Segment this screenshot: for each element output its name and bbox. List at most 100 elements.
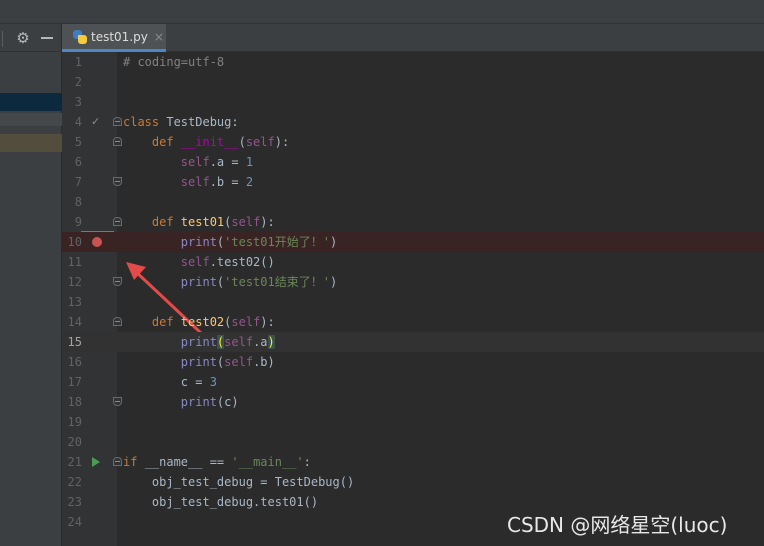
code-token: self [180, 255, 210, 269]
line-number: 5 [74, 135, 82, 149]
line-number: 13 [67, 295, 82, 309]
code-token: print [180, 235, 217, 249]
check-icon: ✓ [91, 115, 101, 128]
fold-icon[interactable] [113, 457, 122, 466]
sidebar-toolbar: ⚙ [0, 24, 61, 52]
line-number: 4 [74, 115, 82, 129]
code-token: def [123, 215, 181, 229]
sidebar-item-selected[interactable] [0, 93, 62, 111]
code-token: '__main__' [231, 455, 304, 469]
code-token: .a [253, 335, 268, 349]
code-line[interactable]: 8 [62, 192, 764, 212]
code-token: __init__ [180, 135, 239, 149]
code-token: def [123, 315, 181, 329]
code-line[interactable]: 1 # coding=utf-8 [62, 52, 764, 72]
fold-icon[interactable] [113, 137, 122, 146]
gear-icon[interactable]: ⚙ [15, 28, 31, 48]
breakpoint-icon[interactable] [92, 237, 102, 247]
sidebar-item-highlighted[interactable] [0, 134, 62, 152]
line-number: 14 [67, 315, 82, 329]
line-number: 3 [74, 95, 82, 109]
code-line[interactable]: 16 print(self.b) [62, 352, 764, 372]
code-text: print('test01结束了！') [123, 272, 337, 292]
code-line[interactable]: 9 def test01(self): [62, 212, 764, 232]
line-number: 12 [67, 275, 82, 289]
code-line[interactable]: 18 print(c) [62, 392, 764, 412]
line-number: 9 [74, 215, 82, 229]
code-text: print(self.a) [123, 332, 275, 352]
tab-test01-py[interactable]: test01.py × [62, 24, 166, 52]
code-token: self [180, 155, 210, 169]
code-line[interactable]: 4 ✓ class TestDebug: [62, 112, 764, 132]
code-token: __name__ == [144, 455, 232, 469]
code-text: obj_test_debug.test01() [123, 492, 318, 512]
code-token: print [180, 355, 217, 369]
code-line[interactable]: 22 obj_test_debug = TestDebug() [62, 472, 764, 492]
code-token: ) [329, 275, 338, 289]
code-token: print [180, 395, 217, 409]
code-token: ): [260, 215, 275, 229]
code-line[interactable]: 5 def __init__(self): [62, 132, 764, 152]
code-line[interactable]: 15 print(self.a) [62, 332, 764, 352]
fold-icon[interactable] [113, 397, 122, 406]
line-number: 10 [67, 235, 82, 249]
code-line[interactable]: 19 [62, 412, 764, 432]
code-token: c = [123, 375, 210, 389]
code-token: obj_test_debug = TestDebug() [123, 475, 355, 489]
code-text: c = 3 [123, 372, 217, 392]
line-number: 6 [74, 155, 82, 169]
code-token: ( [238, 135, 246, 149]
run-icon[interactable] [92, 457, 100, 467]
close-icon[interactable]: × [154, 30, 164, 44]
code-token: def [123, 135, 181, 149]
code-token: 2 [245, 175, 254, 189]
line-number: 11 [67, 255, 82, 269]
code-text: def __init__(self): [123, 132, 289, 152]
code-line[interactable]: 21 if __name__ == '__main__': [62, 452, 764, 472]
fold-icon[interactable] [113, 277, 122, 286]
line-number: 21 [67, 455, 82, 469]
line-number: 8 [74, 195, 82, 209]
fold-icon[interactable] [113, 117, 122, 126]
code-token: ) [267, 335, 275, 349]
code-line[interactable]: 2 [62, 72, 764, 92]
code-line[interactable]: 10 print('test01开始了！') [62, 232, 764, 252]
minus-icon[interactable] [41, 37, 53, 39]
code-text: print(c) [123, 392, 239, 412]
code-token: ): [274, 135, 290, 149]
code-token: .a = [209, 155, 246, 169]
code-line[interactable]: 17 c = 3 [62, 372, 764, 392]
code-token: self [180, 175, 210, 189]
code-line[interactable]: 13 [62, 292, 764, 312]
toolbar-separator [2, 31, 3, 47]
code-token: print [180, 335, 217, 349]
code-text: self.test02() [123, 252, 275, 272]
code-text: class TestDebug: [123, 112, 239, 132]
code-line[interactable]: 3 [62, 92, 764, 112]
sidebar-item[interactable] [0, 113, 62, 126]
code-token: self [231, 315, 261, 329]
code-token: 'test01结束了！' [224, 275, 330, 289]
code-token: ): [260, 315, 275, 329]
code-line[interactable]: 12 print('test01结束了！') [62, 272, 764, 292]
code-line[interactable]: 24 [62, 512, 764, 532]
code-line[interactable]: 20 [62, 432, 764, 452]
code-text: self.a = 1 [123, 152, 253, 172]
fold-icon[interactable] [113, 217, 122, 226]
code-token: : [303, 455, 311, 469]
code-text: # coding=utf-8 [123, 52, 224, 72]
code-token: ) [329, 235, 338, 249]
code-line[interactable]: 14 def test02(self): [62, 312, 764, 332]
code-token: class [123, 115, 167, 129]
code-line[interactable]: 11 self.test02() [62, 252, 764, 272]
code-line[interactable]: 7 self.b = 2 [62, 172, 764, 192]
fold-icon[interactable] [113, 177, 122, 186]
code-line[interactable]: 23 obj_test_debug.test01() [62, 492, 764, 512]
code-line[interactable]: 6 self.a = 1 [62, 152, 764, 172]
fold-icon[interactable] [113, 317, 122, 326]
code-token: test01 [180, 215, 225, 229]
code-token: .b) [253, 355, 275, 369]
